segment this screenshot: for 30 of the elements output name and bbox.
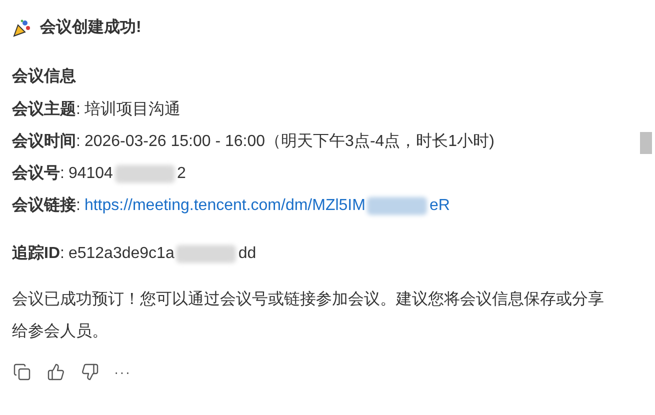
meeting-link[interactable]: eR <box>429 194 450 218</box>
copy-icon[interactable] <box>12 362 32 382</box>
field-label: 会议时间 <box>12 131 76 152</box>
field-label: 会议号 <box>12 163 60 184</box>
field-label: 追踪ID <box>12 243 60 264</box>
field-value: e512a3de9c1a <box>68 244 174 264</box>
message-title: 会议创建成功! <box>40 17 142 38</box>
scrollbar-thumb <box>640 132 652 154</box>
party-popper-icon <box>12 18 32 38</box>
field-value: 94104 <box>68 164 113 184</box>
meeting-link[interactable]: https://meeting.tencent.com/dm/MZl5IM <box>84 194 366 218</box>
message-paragraph: 会议已成功预订！您可以通过会议号或链接参加会议。建议您将会议信息保存或分享给参会人员。 <box>12 290 605 342</box>
field-label: 会议主题 <box>12 99 76 120</box>
colon: : <box>60 244 64 264</box>
colon: : <box>76 196 80 216</box>
field-label: 会议链接 <box>12 195 76 216</box>
more-button[interactable]: ··· <box>114 365 131 379</box>
field-value: 2026-03-26 15:00 - 16:00（明天下午3点-4点，时长1小时) <box>84 132 494 152</box>
field-value: 培训项目沟通 <box>84 100 180 120</box>
colon: : <box>76 100 80 120</box>
redaction-blur <box>367 197 428 215</box>
thumbs-down-icon[interactable] <box>80 362 100 382</box>
redaction-blur <box>176 245 236 263</box>
colon: : <box>60 164 64 184</box>
field-value: 2 <box>176 164 186 184</box>
field-value: dd <box>238 244 256 264</box>
colon: : <box>76 132 80 152</box>
thumbs-up-icon[interactable] <box>46 362 66 382</box>
section-heading: 会议信息 <box>12 66 76 87</box>
redaction-blur <box>114 165 175 183</box>
